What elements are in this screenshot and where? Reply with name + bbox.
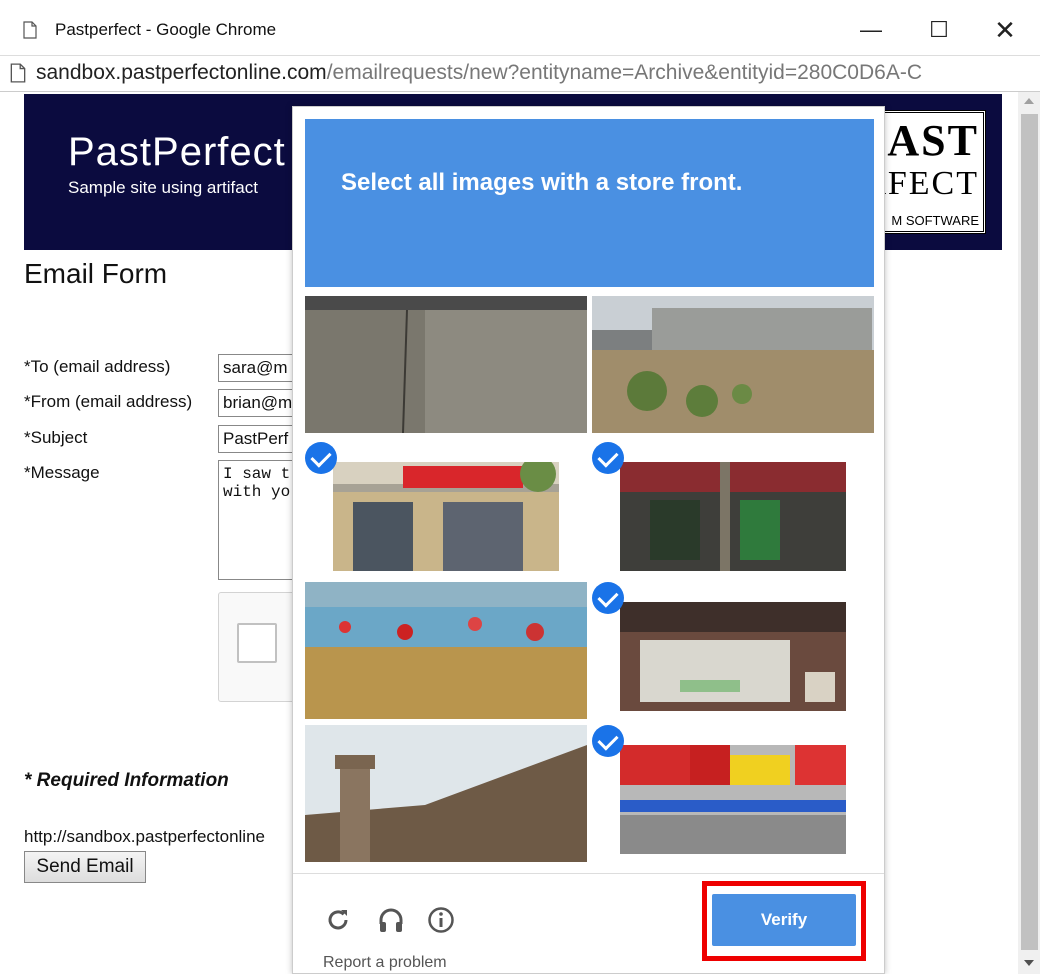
tile-image	[620, 602, 846, 711]
url-path: /emailrequests/new?entityname=Archive&en…	[326, 61, 922, 84]
url-host: sandbox.pastperfectonline.com	[36, 61, 327, 84]
report-problem-link[interactable]: Report a problem	[323, 954, 447, 972]
image-tile[interactable]	[305, 582, 587, 719]
window-titlebar: Pastperfect - Google Chrome — ☐ ✕	[0, 0, 1040, 56]
image-tile-selected[interactable]	[305, 442, 587, 579]
tile-image	[305, 296, 587, 433]
selected-check-icon	[592, 725, 624, 757]
footer-divider	[293, 873, 884, 874]
logo-line3: M SOFTWARE	[891, 213, 979, 228]
image-tile-selected[interactable]	[592, 582, 874, 719]
message-textarea[interactable]: I saw t with yo	[218, 460, 298, 580]
tile-image	[620, 462, 846, 571]
tile-image	[305, 582, 587, 719]
window-title: Pastperfect - Google Chrome	[55, 20, 277, 39]
selected-check-icon	[305, 442, 337, 474]
page-icon	[23, 21, 37, 39]
subject-field[interactable]: PastPerf	[218, 425, 298, 453]
maximize-icon[interactable]: ☐	[916, 10, 962, 50]
prompt-prefix: Select all images with a	[341, 169, 616, 196]
prompt-target: store front.	[615, 169, 743, 196]
reload-icon[interactable]	[323, 905, 353, 935]
challenge-header: Select all images with a store front.	[305, 119, 874, 287]
headphones-icon[interactable]	[376, 905, 406, 935]
image-tile[interactable]	[305, 296, 587, 433]
banner-tagline: Sample site using artifact	[68, 178, 258, 197]
selected-check-icon	[592, 442, 624, 474]
recaptcha-checkbox[interactable]	[237, 623, 277, 663]
tile-image	[305, 725, 587, 862]
send-email-button[interactable]: Send Email	[24, 851, 146, 883]
recaptcha-widget	[218, 592, 298, 702]
scroll-thumb[interactable]	[1021, 114, 1038, 950]
address-bar[interactable]: sandbox.pastperfectonline.com/emailreque…	[0, 56, 1040, 92]
from-email-field[interactable]: brian@m	[218, 389, 298, 417]
required-note: * Required Information	[24, 770, 229, 791]
challenge-prompt: Select all images with a store front.	[341, 169, 742, 197]
message-label: *Message	[24, 463, 100, 482]
vertical-scrollbar[interactable]	[1018, 92, 1040, 974]
verify-highlight: Verify	[702, 881, 866, 961]
scroll-down-icon[interactable]	[1024, 960, 1034, 966]
close-icon[interactable]: ✕	[982, 10, 1028, 50]
image-tile-selected[interactable]	[592, 442, 874, 579]
image-tile[interactable]	[592, 296, 874, 433]
banner-brand: PastPerfect	[68, 130, 286, 174]
info-icon[interactable]	[426, 905, 456, 935]
subject-label: *Subject	[24, 428, 88, 447]
tile-image	[620, 745, 846, 854]
record-url: http://sandbox.pastperfectonline	[24, 827, 265, 846]
minimize-icon[interactable]: —	[848, 10, 894, 50]
verify-button[interactable]: Verify	[712, 894, 856, 946]
page-info-icon[interactable]	[10, 63, 26, 83]
image-tile-selected[interactable]	[592, 725, 874, 862]
logo-line1: AST	[887, 116, 979, 165]
tile-image	[592, 296, 874, 433]
pastperfect-logo: AST RFECT M SOFTWARE	[870, 110, 986, 234]
image-tile[interactable]	[305, 725, 587, 862]
from-label: *From (email address)	[24, 392, 193, 411]
to-email-field[interactable]: sara@m	[218, 354, 298, 382]
scroll-up-icon[interactable]	[1024, 98, 1034, 104]
page-title: Email Form	[24, 258, 168, 289]
selected-check-icon	[592, 582, 624, 614]
url-text[interactable]: sandbox.pastperfectonline.com/emailreque…	[36, 61, 922, 85]
logo-line2: RFECT	[870, 165, 979, 202]
to-label: *To (email address)	[24, 357, 171, 376]
recaptcha-challenge: Select all images with a store front. Re…	[292, 106, 885, 974]
tile-image	[333, 462, 559, 571]
